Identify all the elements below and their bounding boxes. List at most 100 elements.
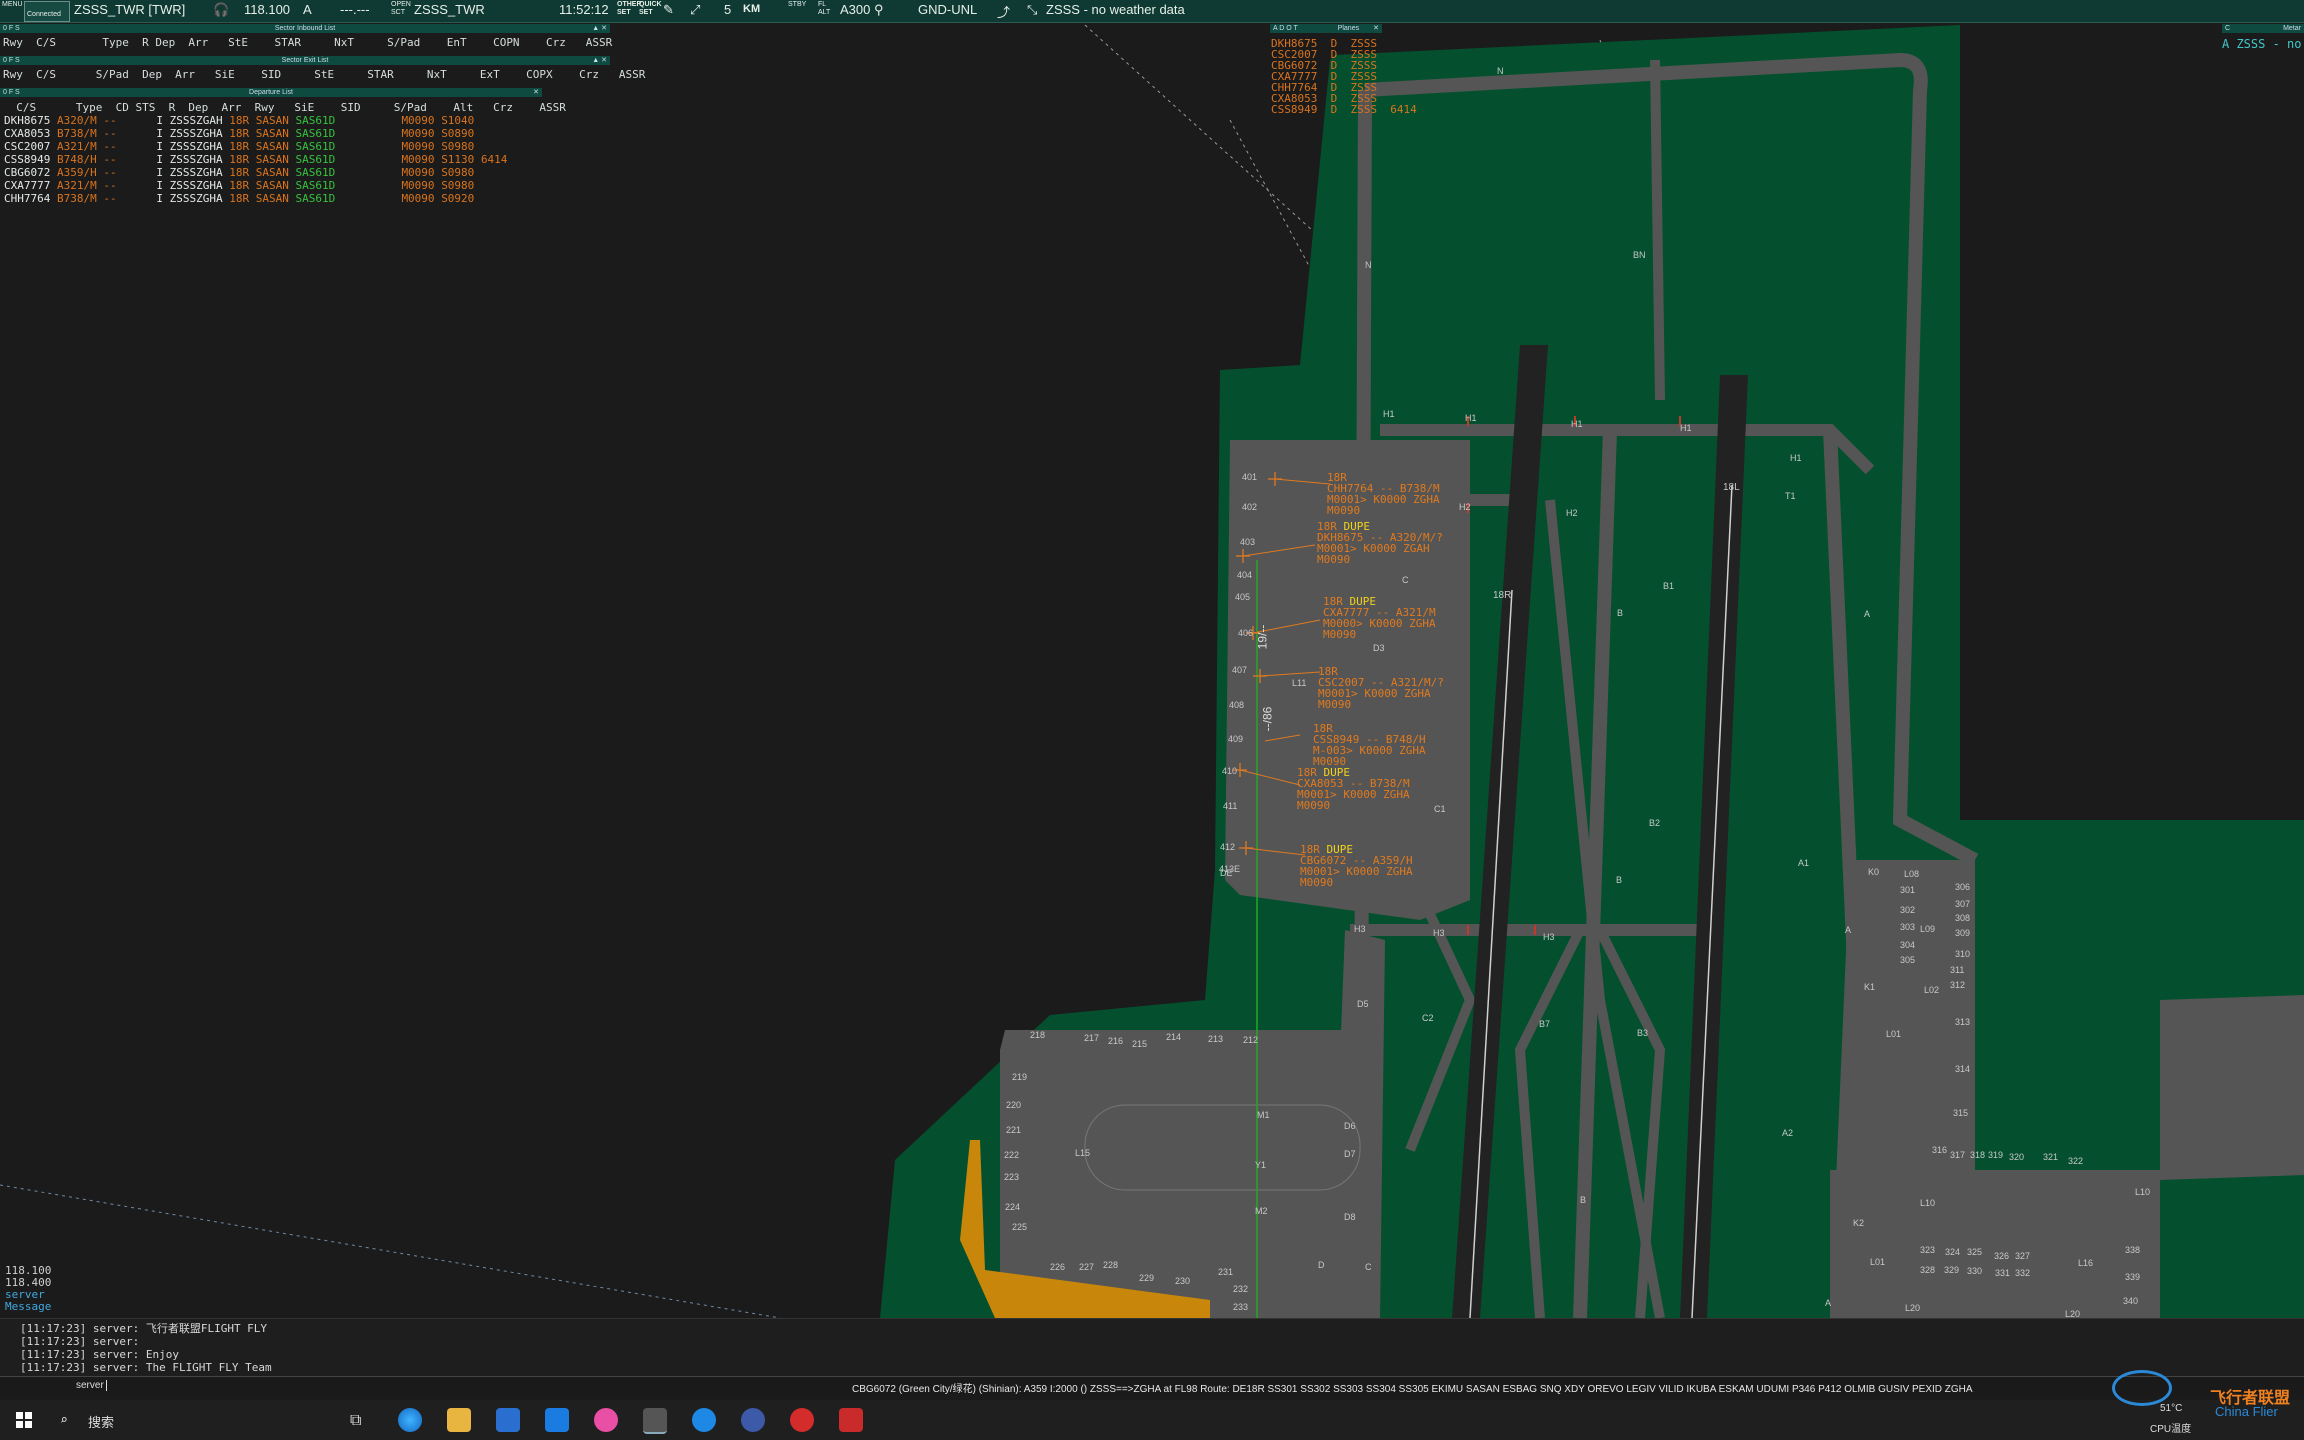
aircraft-tag[interactable]: 18R DUPE CXA7777 -- A321/M M0000> K0000 ZG… [1323, 596, 1436, 640]
dep-cell-arr[interactable]: ZGHA [196, 192, 229, 205]
stand-label[interactable]: 302 [1900, 905, 1915, 915]
open-sct-button[interactable]: OPEN SCT [391, 1, 411, 17]
dep-cell-arr[interactable]: ZGHA [196, 153, 229, 166]
stand-label[interactable]: 220 [1006, 1100, 1021, 1110]
stand-label[interactable]: 226 [1050, 1262, 1065, 1272]
stand-label[interactable]: 307 [1955, 899, 1970, 909]
dep-cell-cd[interactable]: -- [103, 166, 130, 179]
stand-label[interactable]: 230 [1175, 1276, 1190, 1286]
stby-button[interactable]: STBY [788, 1, 806, 9]
dep-cell-sie[interactable]: SASAN [256, 153, 296, 166]
stand-label[interactable]: 233 [1233, 1302, 1248, 1312]
stand-label[interactable]: 317 [1950, 1150, 1965, 1160]
stand-label[interactable]: 410 [1222, 766, 1237, 776]
headset-icon[interactable]: 🎧 [213, 2, 229, 18]
close-icon[interactable]: ▲ ✕ [592, 56, 607, 65]
stand-label[interactable]: 229 [1139, 1273, 1154, 1283]
stand-label[interactable]: 405 [1235, 592, 1250, 602]
quick-set-button[interactable]: QUICK SET [639, 1, 662, 17]
edge-icon[interactable] [398, 1408, 422, 1432]
primary-frequency[interactable]: 118.100 [244, 2, 290, 17]
stand-label[interactable]: 340 [2123, 1296, 2138, 1306]
aircraft-tag[interactable]: 18R DUPE CBG6072 -- A359/H M0001> K0000 ZG… [1300, 844, 1413, 888]
departure-row[interactable]: CSC2007 A321/M -- I ZSSSZGHA 18R SASAN S… [4, 140, 481, 153]
dep-cell-sid[interactable]: SAS61D [295, 127, 401, 140]
dep-cell-cs[interactable]: CBG6072 [4, 166, 57, 179]
secondary-frequency[interactable]: ---.--- [340, 2, 370, 17]
pencil-icon[interactable]: ✎ [663, 2, 674, 18]
dep-cell-r[interactable]: I [130, 179, 170, 192]
dep-cell-dep[interactable]: ZSSS [170, 192, 197, 205]
dep-cell-arr[interactable]: ZGAH [196, 114, 229, 127]
stand-label[interactable]: 315 [1953, 1108, 1968, 1118]
dep-cell-type[interactable]: B738/M [57, 192, 103, 205]
planes-list-titlebar[interactable]: A D O T Planes ✕ [1270, 24, 1382, 33]
stand-label[interactable]: 222 [1004, 1150, 1019, 1160]
inbound-list-titlebar[interactable]: 0 F S Sector Inbound List ▲ ✕ [0, 24, 610, 33]
app-icon[interactable] [741, 1408, 765, 1432]
command-line[interactable]: server CBG6072 (Green City/绿花) (Shinian)… [0, 1376, 2304, 1395]
stand-label[interactable]: 408 [1229, 700, 1244, 710]
stand-label[interactable]: 329 [1944, 1265, 1959, 1275]
stand-label[interactable]: 313 [1955, 1017, 1970, 1027]
dep-cell-sie[interactable]: SASAN [256, 192, 296, 205]
dep-cell-type[interactable]: A321/M [57, 140, 103, 153]
stand-label[interactable]: 217 [1084, 1033, 1099, 1043]
stand-label[interactable]: 225 [1012, 1222, 1027, 1232]
stand-label[interactable]: 328 [1920, 1265, 1935, 1275]
stand-label[interactable]: 309 [1955, 928, 1970, 938]
netease-music-icon[interactable] [790, 1408, 814, 1432]
dep-cell-arr[interactable]: ZGHA [196, 179, 229, 192]
dep-cell-type[interactable]: B748/H [57, 153, 103, 166]
close-icon[interactable]: ✕ [1373, 24, 1379, 33]
app-icon[interactable] [692, 1408, 716, 1432]
stand-label[interactable]: 232 [1233, 1284, 1248, 1294]
other-set-button[interactable]: OTHER SET [617, 1, 642, 17]
dep-cell-rwy[interactable]: 18R [229, 127, 256, 140]
stand-label[interactable]: 325 [1967, 1247, 1982, 1257]
dep-cell-type[interactable]: A321/M [57, 179, 103, 192]
dep-cell-crz[interactable]: S0980 [441, 179, 481, 192]
stand-label[interactable]: 407 [1232, 665, 1247, 675]
stand-label[interactable]: 319 [1988, 1150, 2003, 1160]
dep-cell-r[interactable]: I [130, 153, 170, 166]
stand-label[interactable]: 231 [1218, 1267, 1233, 1277]
dep-cell-r[interactable]: I [130, 166, 170, 179]
dep-cell-r[interactable]: I [130, 127, 170, 140]
dep-cell-cd[interactable]: -- [103, 127, 130, 140]
fl-alt-button[interactable]: FL ALT [818, 1, 830, 17]
aircraft-tag[interactable]: 18R CSS8949 -- B748/H M-003> K0000 ZGHA M0… [1313, 723, 1426, 767]
level-filter[interactable]: GND-UNL [918, 2, 977, 17]
dep-cell-sid[interactable]: SAS61D [295, 179, 401, 192]
dep-cell-rwy[interactable]: 18R [229, 179, 256, 192]
dep-cell-r[interactable]: I [130, 140, 170, 153]
dep-cell-sid[interactable]: SAS61D [295, 140, 401, 153]
dep-cell-alt[interactable]: M0090 [401, 192, 441, 205]
stand-label[interactable]: 312 [1950, 980, 1965, 990]
stand-label[interactable]: 322 [2068, 1156, 2083, 1166]
stand-label[interactable]: 219 [1012, 1072, 1027, 1082]
aircraft-tag[interactable]: 18R CHH7764 -- B738/M M0001> K0000 ZGHA M0… [1327, 472, 1440, 516]
menu-button[interactable]: MENU [2, 1, 23, 9]
stand-label[interactable]: 412 [1220, 842, 1235, 852]
stand-label[interactable]: 321 [2043, 1152, 2058, 1162]
atis-letter[interactable]: A [303, 2, 312, 17]
departure-row[interactable]: CHH7764 B738/M -- I ZSSSZGHA 18R SASAN S… [4, 192, 481, 205]
planes-row[interactable]: CSS8949 D ZSSS 6414 [1271, 104, 1417, 115]
freq-message[interactable]: Message [5, 1301, 51, 1313]
dep-cell-type[interactable]: A359/H [57, 166, 103, 179]
dep-cell-alt[interactable]: M0090 [401, 179, 441, 192]
store-icon[interactable] [496, 1408, 520, 1432]
stand-label[interactable]: 228 [1103, 1260, 1118, 1270]
departure-list-titlebar[interactable]: 0 F S Departure List ✕ [0, 88, 542, 97]
dep-cell-assr[interactable]: 6414 [481, 153, 508, 166]
departure-row[interactable]: CXA7777 A321/M -- I ZSSSZGHA 18R SASAN S… [4, 179, 481, 192]
stand-label[interactable]: 401 [1242, 472, 1257, 482]
dep-cell-dep[interactable]: ZSSS [170, 127, 197, 140]
dep-cell-cd[interactable]: -- [103, 179, 130, 192]
stand-label[interactable]: 218 [1030, 1030, 1045, 1040]
file-explorer-icon[interactable] [447, 1408, 471, 1432]
atc-client-icon[interactable] [643, 1408, 667, 1434]
dep-cell-crz[interactable]: S0980 [441, 166, 481, 179]
dep-cell-crz[interactable]: S1130 [441, 153, 481, 166]
